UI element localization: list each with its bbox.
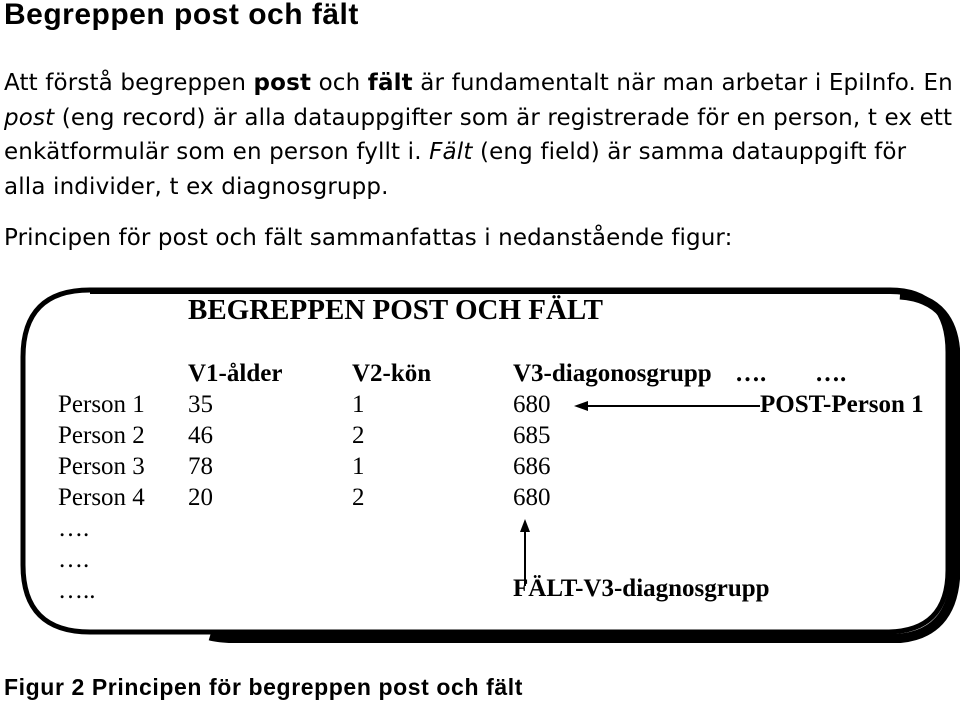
cell-v2: 2: [352, 422, 365, 449]
column-header-more: ….: [815, 360, 847, 387]
cell-v1: 78: [188, 453, 213, 480]
figure-box: [20, 287, 960, 643]
figure-border: [20, 287, 960, 643]
cell-v1: 46: [188, 422, 213, 449]
cell-v1: 20: [188, 484, 213, 511]
intro-italic-falt: Fält: [429, 139, 473, 165]
column-header-v3: V3-diagonosgrupp: [513, 360, 712, 387]
figure-caption: Figur 2 Principen för begreppen post och…: [4, 674, 523, 700]
column-header-v1: V1-ålder: [188, 360, 283, 387]
cell-v2: 2: [352, 484, 365, 511]
field-label: FÄLT-V3-diagnosgrupp: [513, 575, 770, 602]
cell-v3: 686: [513, 453, 551, 480]
summary-text: Principen för post och fält sammanfattas…: [4, 225, 733, 251]
arrow-left-icon: [574, 401, 760, 411]
cell-v3: 680: [513, 484, 551, 511]
intro-bold-falt: fält: [367, 70, 413, 96]
page-title: Begreppen post och fält: [4, 0, 359, 31]
intro-text: är fundamentalt när man arbetar i EpiInf…: [412, 70, 953, 96]
post-label: POST-Person 1: [760, 391, 924, 418]
row-label: Person 2: [58, 422, 145, 449]
intro-bold-post: post: [253, 70, 312, 96]
cell-v2: 1: [352, 391, 365, 418]
column-header-more: ….: [735, 360, 767, 387]
ellipsis-row: ….: [58, 546, 90, 573]
figure-title: BEGREPPEN POST OCH FÄLT: [188, 294, 603, 326]
cell-v1: 35: [188, 391, 213, 418]
row-label: Person 1: [58, 391, 145, 418]
cell-v3: 680: [513, 391, 551, 418]
row-label: Person 3: [58, 453, 145, 480]
ellipsis-row: …..: [58, 577, 96, 604]
ellipsis-row: ….: [58, 515, 90, 542]
intro-text: och: [311, 70, 368, 96]
row-label: Person 4: [58, 484, 145, 511]
intro-italic-post: post: [4, 104, 55, 131]
column-header-v2: V2-kön: [352, 360, 432, 387]
cell-v2: 1: [352, 453, 365, 480]
cell-v3: 685: [513, 422, 551, 449]
intro-text: Att förstå begreppen: [4, 70, 254, 96]
intro-paragraph: Att förstå begreppen post och fält är fu…: [4, 66, 954, 204]
